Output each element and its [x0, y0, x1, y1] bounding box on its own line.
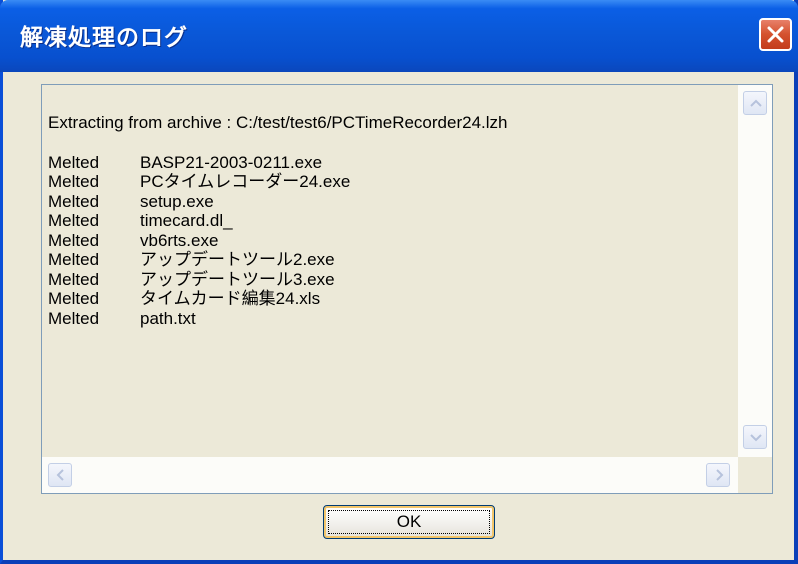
log-entry: Melted アップデートツール2.exe [48, 250, 507, 270]
log-content: Extracting from archive : C:/test/test6/… [48, 113, 507, 328]
scrollbar-corner [738, 457, 772, 493]
log-entry: Melted BASP21-2003-0211.exe [48, 153, 507, 173]
arrow-right-icon [716, 469, 724, 481]
log-entry: Melted vb6rts.exe [48, 231, 507, 251]
close-button[interactable] [759, 18, 792, 51]
log-entry-filename: path.txt [140, 308, 196, 328]
scroll-left-button[interactable] [48, 463, 72, 487]
log-entry-filename: vb6rts.exe [140, 230, 219, 250]
close-icon [767, 26, 784, 43]
log-dialog: 解凍処理のログ Extracting from archive : C:/tes… [0, 0, 798, 564]
log-entry: Melted timecard.dl_ [48, 211, 507, 231]
title-bar[interactable]: 解凍処理のログ [0, 0, 798, 72]
arrow-up-icon [750, 99, 762, 107]
log-textarea[interactable]: Extracting from archive : C:/test/test6/… [41, 84, 773, 494]
scroll-up-button[interactable] [743, 91, 767, 115]
log-entry: Melted タイムカード編集24.xls [48, 289, 507, 309]
log-entry: Melted アップデートツール3.exe [48, 270, 507, 290]
focus-rectangle [328, 510, 490, 534]
log-entry-filename: setup.exe [140, 191, 214, 211]
log-entry: Melted PCタイムレコーダー24.exe [48, 172, 507, 192]
log-entry-status: Melted [48, 191, 100, 211]
log-entry-filename: timecard.dl_ [140, 211, 233, 230]
log-entry-status: Melted [48, 230, 100, 250]
log-entry: Melted setup.exe [48, 192, 507, 212]
window-title: 解凍処理のログ [20, 25, 188, 51]
arrow-down-icon [750, 434, 762, 442]
ok-button[interactable]: OK [323, 505, 495, 539]
log-entry-status: Melted [48, 172, 100, 191]
arrow-left-icon [56, 469, 64, 481]
log-entry-filename: アップデートツール2.exe [140, 250, 335, 269]
log-entry-status: Melted [48, 269, 100, 289]
scroll-right-button[interactable] [706, 463, 730, 487]
log-entries: Melted BASP21-2003-0211.exe Melted PCタイムレコー… [48, 153, 507, 329]
log-entry-status: Melted [48, 250, 100, 269]
log-entry-status: Melted [48, 308, 100, 328]
horizontal-scrollbar[interactable] [42, 457, 738, 493]
log-entry-filename: BASP21-2003-0211.exe [140, 152, 323, 172]
log-entry-status: Melted [48, 289, 100, 308]
log-entry: Melted path.txt [48, 309, 507, 329]
log-header: Extracting from archive : C:/test/test6/… [48, 113, 508, 132]
vertical-scrollbar[interactable] [738, 85, 772, 457]
scroll-down-button[interactable] [743, 425, 767, 449]
log-entry-filename: アップデートツール3.exe [140, 269, 335, 289]
log-entry-filename: PCタイムレコーダー24.exe [140, 172, 351, 191]
log-entry-status: Melted [48, 152, 100, 172]
log-entry-status: Melted [48, 211, 100, 230]
log-entry-filename: タイムカード編集24.xls [140, 289, 321, 308]
